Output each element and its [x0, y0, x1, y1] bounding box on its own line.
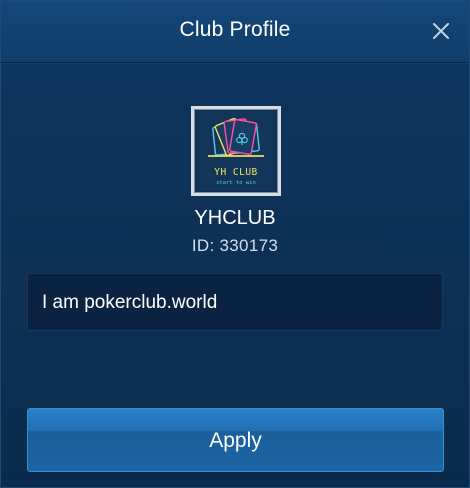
playing-cards-icon — [208, 117, 264, 157]
apply-button[interactable]: Apply — [27, 408, 444, 472]
close-icon[interactable] — [431, 21, 451, 41]
dialog-header: Club Profile — [1, 1, 469, 63]
club-id: ID: 330173 — [191, 236, 279, 255]
logo-title: YH CLUB — [214, 167, 258, 178]
dialog-title: Club Profile — [179, 18, 291, 41]
club-logo: YH CLUB start to win — [191, 106, 281, 196]
club-description-text: I am pokerclub.world — [42, 292, 218, 313]
club-name: YHCLUB — [194, 207, 276, 229]
club-description-field[interactable]: I am pokerclub.world — [27, 273, 443, 331]
logo-subtitle: start to win — [216, 180, 256, 186]
apply-button-label: Apply — [209, 429, 262, 452]
club-logo-image: YH CLUB start to win — [196, 111, 276, 191]
club-profile-dialog: Club Profile YH CLUB start to win YHCLUB… — [0, 0, 470, 488]
